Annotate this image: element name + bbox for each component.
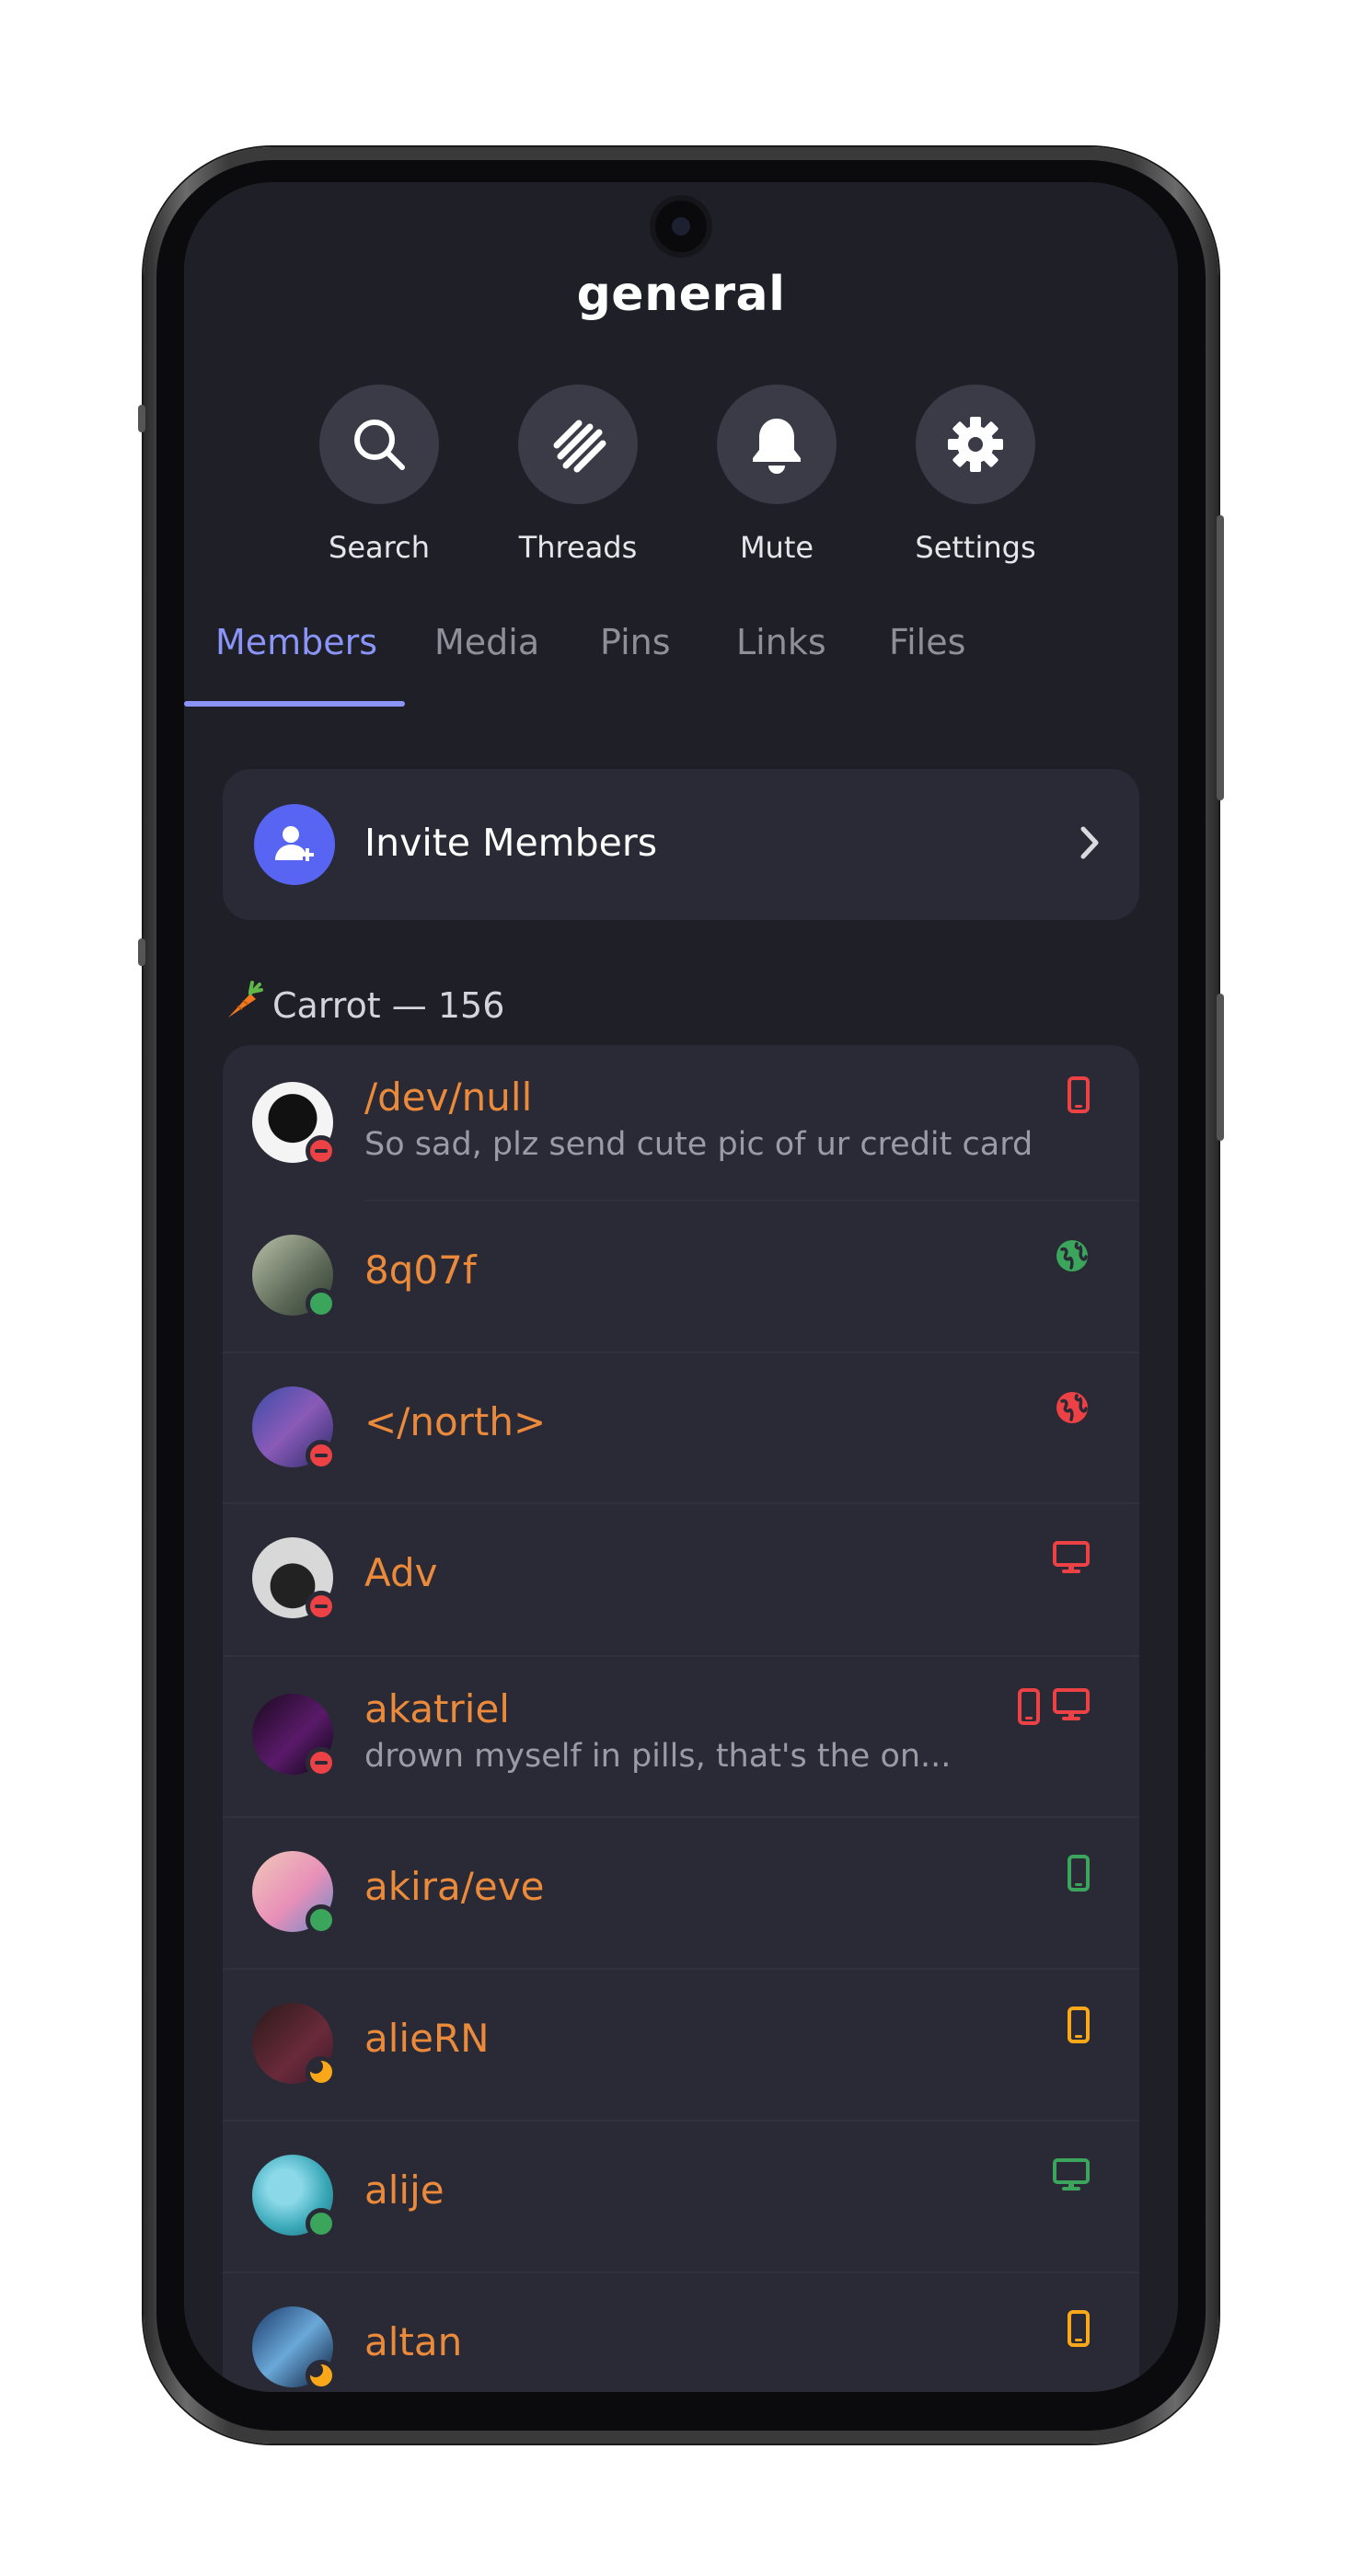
presence-online-indicator: [306, 1904, 337, 1936]
desktop-icon: [1053, 1541, 1090, 1573]
member-row[interactable]: Adv: [223, 1504, 1139, 1657]
device-indicators: [1068, 2007, 1090, 2043]
channel-title: general: [576, 267, 786, 322]
volume-button: [1217, 515, 1224, 800]
tab-bar: Members Media Pins Links Files: [184, 622, 1178, 710]
role-section-header: Carrot — 156: [223, 981, 504, 1029]
mobile-icon: [1068, 1076, 1090, 1113]
side-button-left-1: [138, 405, 145, 432]
tab-files[interactable]: Files: [889, 622, 965, 662]
role-section-label: Carrot — 156: [272, 985, 505, 1026]
member-custom-status: So sad, plz send cute pic of ur credit c…: [364, 1126, 1033, 1163]
member-name: altan: [364, 2319, 463, 2364]
device-indicators: [1018, 1688, 1090, 1725]
presence-idle-indicator: [306, 2056, 337, 2087]
add-user-icon: [254, 804, 335, 885]
device-indicators: [1053, 1541, 1090, 1574]
tab-media[interactable]: Media: [434, 622, 539, 662]
search-icon: [319, 385, 439, 504]
settings-label: Settings: [915, 530, 1036, 565]
member-name: Adv: [364, 1550, 438, 1595]
member-name: </north>: [364, 1399, 547, 1444]
member-list: /dev/null So sad, plz send cute pic of ur…: [223, 1045, 1139, 2392]
member-name: 8q07f: [364, 1248, 477, 1293]
mobile-icon: [1068, 2007, 1090, 2043]
chevron-right-icon: [1077, 822, 1102, 867]
tab-members[interactable]: Members: [215, 622, 377, 662]
presence-online-indicator: [306, 2208, 337, 2239]
member-custom-status: drown myself in pills, that's the on...: [364, 1738, 952, 1775]
member-row[interactable]: 8q07f: [223, 1202, 1139, 1353]
side-button-left-2: [138, 938, 145, 966]
gear-icon: [916, 385, 1035, 504]
member-row[interactable]: </north>: [223, 1353, 1139, 1504]
mute-label: Mute: [739, 530, 814, 565]
globe-icon: [1056, 1392, 1088, 1423]
presence-idle-indicator: [306, 2360, 337, 2391]
mobile-icon: [1018, 1688, 1040, 1725]
tab-pins[interactable]: Pins: [600, 622, 671, 662]
member-row[interactable]: altan: [223, 2273, 1139, 2392]
member-name: /dev/null: [364, 1075, 533, 1120]
device-indicators: [1068, 1855, 1090, 1892]
desktop-icon: [1053, 2158, 1090, 2191]
member-row[interactable]: akira/eve: [223, 1818, 1139, 1970]
settings-action[interactable]: Settings: [883, 385, 1068, 565]
device-indicators: [1068, 1076, 1090, 1113]
device-indicators: [1055, 1390, 1090, 1425]
app-screen: general Search Threads Mute Settings Mem…: [184, 182, 1178, 2392]
presence-dnd-indicator: [306, 1440, 337, 1471]
desktop-icon: [1053, 1688, 1090, 1720]
device-indicators: [1053, 2158, 1090, 2191]
mute-action[interactable]: Mute: [685, 385, 869, 565]
tab-links[interactable]: Links: [736, 622, 826, 662]
device-indicators: [1068, 2310, 1090, 2347]
member-name: alieRN: [364, 2016, 490, 2061]
member-row[interactable]: akatriel drown myself in pills, that's th…: [223, 1657, 1139, 1818]
power-button: [1217, 994, 1224, 1141]
member-name: akira/eve: [364, 1864, 545, 1909]
presence-online-indicator: [306, 1288, 337, 1319]
invite-members-button[interactable]: Invite Members: [223, 769, 1139, 920]
bell-icon: [717, 385, 837, 504]
member-name: alije: [364, 2168, 444, 2213]
threads-action[interactable]: Threads: [486, 385, 670, 565]
search-action[interactable]: Search: [287, 385, 471, 565]
presence-dnd-indicator: [306, 1135, 337, 1167]
member-row[interactable]: alije: [223, 2122, 1139, 2273]
mobile-icon: [1068, 2310, 1090, 2347]
globe-icon: [1056, 1240, 1088, 1271]
carrot-emoji: [223, 981, 263, 1029]
member-row[interactable]: alieRN: [223, 1970, 1139, 2122]
threads-icon: [518, 385, 638, 504]
member-row[interactable]: /dev/null So sad, plz send cute pic of ur…: [223, 1045, 1139, 1202]
device-indicators: [1055, 1238, 1090, 1273]
presence-dnd-indicator: [306, 1747, 337, 1778]
active-tab-indicator: [184, 701, 405, 707]
invite-label: Invite Members: [364, 821, 658, 865]
threads-label: Threads: [518, 530, 638, 565]
presence-dnd-indicator: [306, 1591, 337, 1622]
front-camera: [655, 201, 707, 252]
member-name: akatriel: [364, 1686, 510, 1731]
mobile-icon: [1068, 1855, 1090, 1892]
search-label: Search: [329, 530, 430, 565]
